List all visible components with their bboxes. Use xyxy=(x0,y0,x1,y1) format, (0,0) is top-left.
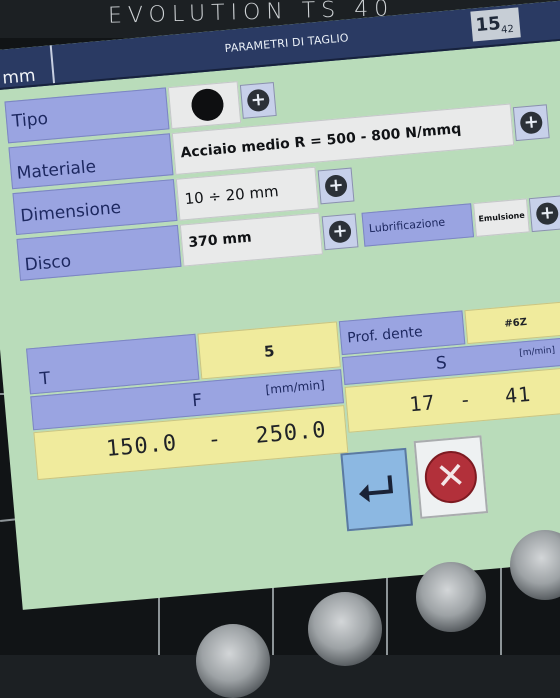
hardware-button[interactable] xyxy=(416,562,486,632)
f-min-value: 150.0 xyxy=(105,430,179,462)
prof-dente-value[interactable]: #6Z xyxy=(464,301,560,345)
f-dash: - xyxy=(206,426,224,454)
hmi-screen: mm PARAMETRI DI TAGLIO 1542 Tipo + Mater… xyxy=(0,0,560,610)
cancel-icon: ✕ xyxy=(422,448,480,506)
plus-icon: + xyxy=(324,174,348,198)
cancel-button[interactable]: ✕ xyxy=(413,435,489,519)
clock: 1542 xyxy=(470,7,521,42)
unit-indicator[interactable]: mm xyxy=(1,60,65,91)
clock-minute: 42 xyxy=(500,23,515,36)
lubrificazione-value[interactable]: Emulsione xyxy=(473,198,530,237)
plus-icon: + xyxy=(328,219,352,244)
f-unit: [mm/min] xyxy=(264,377,326,397)
dimensione-value[interactable]: 10 ÷ 20 mm xyxy=(175,166,319,221)
disco-value[interactable]: 370 mm xyxy=(179,212,323,267)
f-max-value: 250.0 xyxy=(254,417,328,449)
plus-icon: + xyxy=(535,201,560,226)
tipo-plus-button[interactable]: + xyxy=(239,81,277,119)
f-label: F xyxy=(191,390,203,412)
hardware-button[interactable] xyxy=(196,624,270,698)
dimensione-plus-button[interactable]: + xyxy=(317,167,355,205)
s-dash: - xyxy=(458,386,474,412)
lubrificazione-plus-button[interactable]: + xyxy=(528,195,560,233)
materiale-plus-button[interactable]: + xyxy=(512,104,550,142)
clock-hour: 15 xyxy=(474,13,502,37)
tipo-value[interactable] xyxy=(167,81,242,130)
plus-icon: + xyxy=(519,110,544,135)
s-unit: [m/min] xyxy=(518,345,556,359)
round-profile-icon xyxy=(190,87,225,123)
plus-icon: + xyxy=(246,88,271,113)
lubrificazione-label: Lubrificazione xyxy=(361,203,475,247)
s-min-value: 17 xyxy=(408,390,437,417)
s-max-value: 41 xyxy=(503,381,533,408)
enter-button[interactable] xyxy=(340,447,413,532)
s-label: S xyxy=(435,353,448,374)
disco-plus-button[interactable]: + xyxy=(321,213,359,251)
page-title: PARAMETRI DI TAGLIO xyxy=(224,31,350,56)
enter-icon xyxy=(358,475,394,503)
